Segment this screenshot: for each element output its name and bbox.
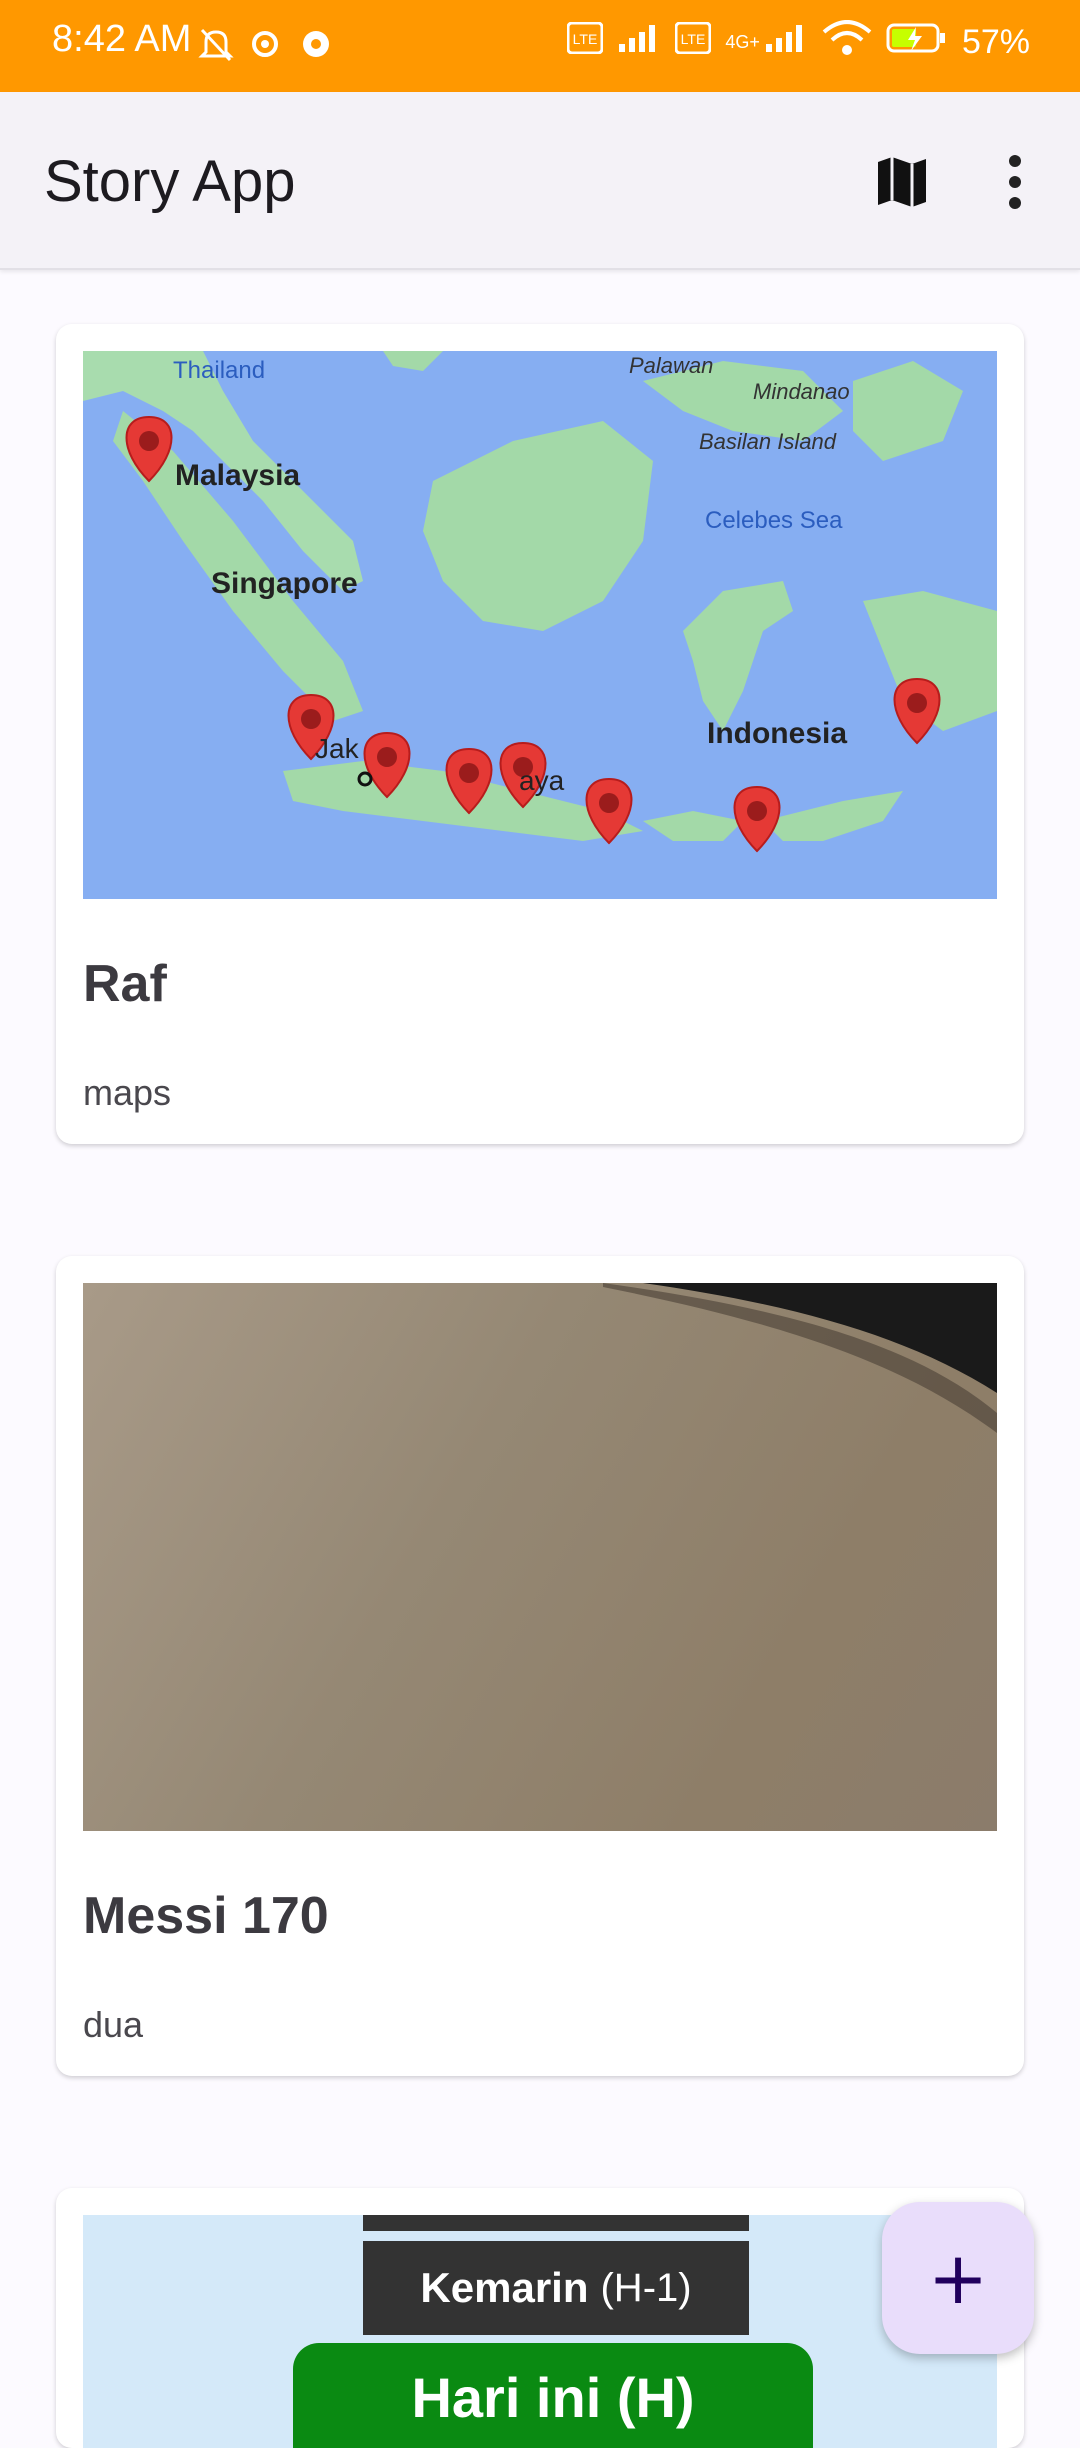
volte-icon: LTE	[674, 21, 712, 63]
add-icon: +	[927, 2236, 989, 2320]
story-name: Raf	[83, 955, 167, 1013]
poster-yesterday-tag: (H-1)	[600, 2265, 692, 2310]
signal-icon	[764, 22, 808, 63]
map-label: Celebes Sea	[705, 507, 843, 534]
app-title: Story App	[44, 149, 296, 214]
volte-icon: LTE	[566, 21, 604, 63]
more-vert-icon	[1009, 155, 1021, 209]
status-bar: 8:42 AM LTE LTE 4G+ 57%	[0, 0, 1080, 92]
story-description: maps	[83, 1072, 172, 1113]
map-label: Thailand	[173, 357, 266, 384]
map-label: Malaysia	[175, 459, 301, 492]
map-label: Mindanao	[753, 379, 850, 404]
battery-percent: 57%	[961, 23, 1030, 61]
map-label: aya	[519, 765, 565, 796]
battery-charging-icon	[886, 21, 948, 64]
network-type: 4G+	[725, 32, 760, 52]
more-options-button[interactable]	[990, 150, 1040, 214]
svg-text:LTE: LTE	[681, 31, 706, 47]
gear-icon	[298, 22, 334, 66]
wifi-icon	[822, 20, 872, 65]
story-description: dua	[83, 2004, 144, 2045]
story-image-poster: Kemarin (H-1) Hari ini (H)	[83, 2215, 997, 2448]
map-label: Jak	[315, 733, 359, 764]
settings-icon	[246, 22, 284, 66]
map-button[interactable]	[872, 152, 932, 212]
story-card[interactable]: Thailand Malaysia Singapore Palawan Mind…	[56, 324, 1024, 1144]
story-image-map: Thailand Malaysia Singapore Palawan Mind…	[83, 351, 997, 899]
story-image-photo	[83, 1283, 997, 1831]
status-time: 8:42 AM	[52, 18, 192, 60]
add-story-button[interactable]: +	[882, 2202, 1034, 2354]
poster-today-text: Hari ini (H)	[411, 2366, 695, 2429]
map-icon	[878, 157, 926, 207]
story-card[interactable]: Messi 170 dua	[56, 1256, 1024, 2076]
poster-today-banner: Hari ini (H)	[293, 2343, 813, 2448]
story-name: Messi 170	[83, 1887, 329, 1945]
poster-yesterday-banner: Kemarin (H-1)	[363, 2241, 749, 2335]
map-label: Basilan Island	[699, 429, 836, 454]
map-label: Singapore	[211, 567, 358, 600]
poster-yesterday-text: Kemarin	[420, 2264, 589, 2311]
mute-icon	[196, 22, 236, 66]
poster-bar	[363, 2215, 749, 2231]
map-label: Indonesia	[707, 717, 848, 750]
svg-text:LTE: LTE	[573, 31, 598, 47]
map-label: Palawan	[629, 353, 714, 378]
story-card[interactable]: Kemarin (H-1) Hari ini (H)	[56, 2188, 1024, 2448]
top-app-bar: Story App	[0, 92, 1080, 270]
signal-icon	[617, 22, 661, 63]
